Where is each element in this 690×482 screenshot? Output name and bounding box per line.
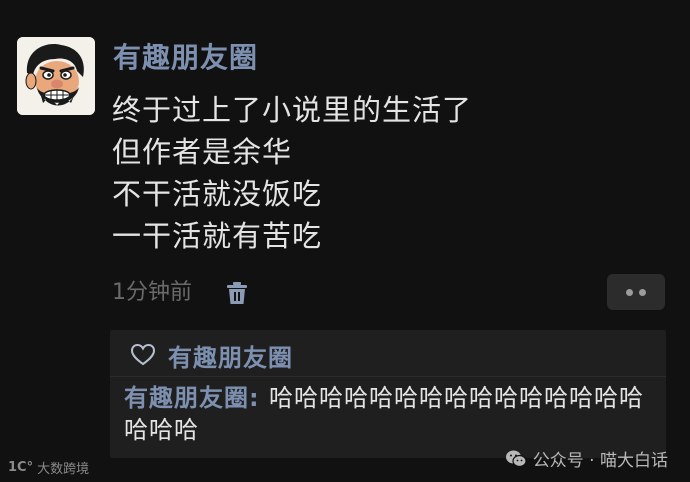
- post-author-name[interactable]: 有趣朋友圈: [113, 40, 258, 76]
- post-line: 但作者是余华: [112, 135, 293, 169]
- more-dots-icon: [639, 289, 646, 296]
- comment-separator: :: [249, 384, 269, 412]
- post-timestamp: 1分钟前: [112, 280, 192, 305]
- wechat-icon: [505, 450, 527, 467]
- heart-icon: [130, 343, 156, 366]
- watermark-left: 1C° 大数跨境: [8, 458, 89, 477]
- avatar[interactable]: [17, 37, 95, 115]
- comment[interactable]: 有趣朋友圈: 哈哈哈哈哈哈哈哈哈哈哈哈哈哈哈哈哈哈: [124, 382, 654, 446]
- post-text: 终于过上了小说里的生活了 但作者是余华 不干活就没饭吃 一干活就有苦吃: [112, 89, 472, 257]
- watermark-left-text: 大数跨境: [37, 462, 90, 477]
- interaction-panel: 有趣朋友圈 有趣朋友圈: 哈哈哈哈哈哈哈哈哈哈哈哈哈哈哈哈哈哈: [110, 330, 666, 458]
- moments-page: 有趣朋友圈 终于过上了小说里的生活了 但作者是余华 不干活就没饭吃 一干活就有苦…: [0, 0, 690, 482]
- post-line: 一干活就有苦吃: [112, 219, 323, 253]
- watermark-logo: 1C°: [8, 460, 34, 475]
- panel-divider: [110, 376, 666, 377]
- comment-author[interactable]: 有趣朋友圈: [124, 384, 249, 412]
- more-options-button[interactable]: [607, 274, 665, 310]
- like-user-name[interactable]: 有趣朋友圈: [168, 338, 293, 373]
- watermark-right: 公众号 · 喵大白话: [505, 446, 668, 471]
- watermark-right-text: 公众号 · 喵大白话: [532, 451, 668, 471]
- post-line: 不干活就没饭吃: [112, 177, 323, 211]
- trash-icon[interactable]: [224, 280, 250, 306]
- cartoon-avatar-icon: [17, 37, 95, 115]
- more-dots-icon: [626, 289, 633, 296]
- post-line: 终于过上了小说里的生活了: [112, 93, 473, 127]
- likes-row: 有趣朋友圈: [130, 338, 293, 372]
